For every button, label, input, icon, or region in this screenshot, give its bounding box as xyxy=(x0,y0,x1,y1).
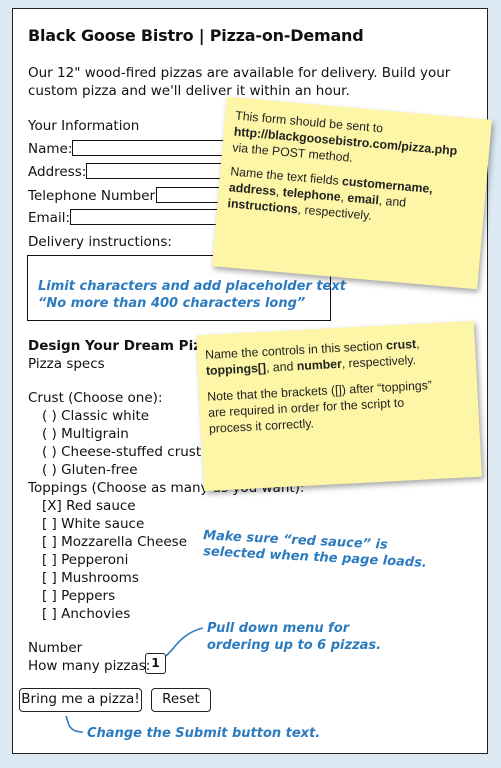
annotation-arrows xyxy=(65,627,204,733)
menu-arrow-icon xyxy=(165,627,204,657)
submit-arrow-icon xyxy=(65,715,84,733)
